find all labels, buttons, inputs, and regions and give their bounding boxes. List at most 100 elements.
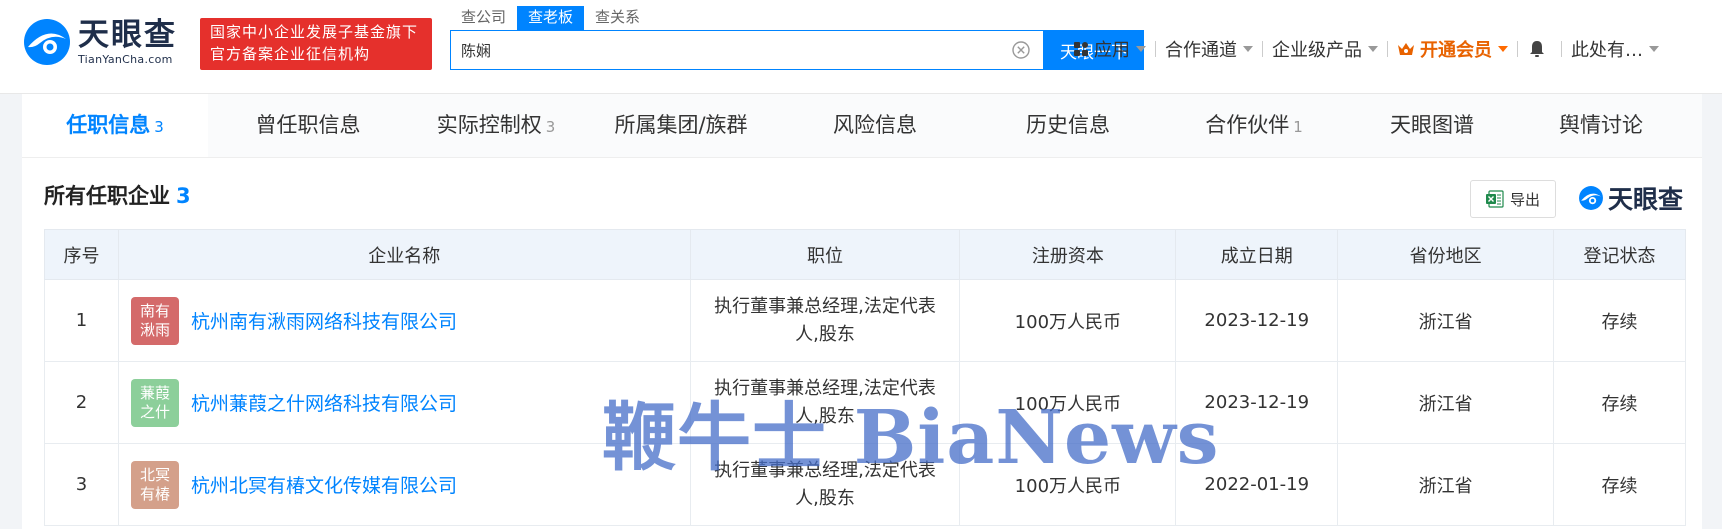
- chevron-down-icon: [1243, 46, 1253, 52]
- position-cell: 执行董事兼总经理,法定代表人,股东: [689, 361, 961, 444]
- excel-icon: [1485, 190, 1504, 208]
- tab-graph[interactable]: 天眼图谱: [1344, 94, 1520, 157]
- crown-icon: [1398, 43, 1414, 55]
- search-box: [450, 30, 1044, 70]
- company-logo: 蒹葭 之什: [130, 378, 179, 427]
- region-cell: 浙江省: [1337, 361, 1555, 444]
- position-cell: 执行董事兼总经理,法定代表人,股东: [689, 443, 961, 526]
- nav-user[interactable]: 此处有…: [1562, 36, 1668, 62]
- nav-enterprise-label: 企业级产品: [1272, 40, 1362, 61]
- tab-partners[interactable]: 合作伙伴 1: [1164, 94, 1344, 157]
- company-name-link[interactable]: 杭州南有湫雨网络科技有限公司: [191, 307, 457, 334]
- nav-apps[interactable]: 应用: [1064, 36, 1155, 62]
- column-header: 登记状态: [1553, 229, 1686, 280]
- region-cell: 浙江省: [1337, 443, 1555, 526]
- column-header: 成立日期: [1175, 229, 1339, 280]
- capital-cell: 100万人民币: [959, 279, 1177, 362]
- tab-discussion[interactable]: 舆情讨论: [1520, 94, 1682, 157]
- row-number: 1: [44, 279, 119, 362]
- column-header: 企业名称: [117, 229, 691, 280]
- bell-icon: [1530, 41, 1544, 57]
- tab-label: 曾任职信息: [255, 113, 361, 137]
- tab-group[interactable]: 所属集团/族群: [584, 94, 778, 157]
- column-header: 职位: [689, 229, 961, 280]
- tab-search-relation[interactable]: 查关系: [584, 6, 651, 30]
- date-cell: 2023-12-19: [1175, 361, 1339, 444]
- chevron-down-icon: [1368, 46, 1378, 52]
- nav-partner[interactable]: 合作通道: [1156, 36, 1262, 62]
- nav-vip-label: 开通会员: [1420, 40, 1492, 61]
- company-logo: 北冥 有椿: [130, 460, 179, 509]
- status-cell: 存续: [1553, 361, 1686, 444]
- tab-history[interactable]: 历史信息: [972, 94, 1164, 157]
- nav-apps-label: 应用: [1094, 40, 1130, 61]
- tab-label: 风险信息: [833, 113, 917, 137]
- brand-watermark-logo: 天眼查: [1578, 180, 1683, 216]
- row-number: 2: [44, 361, 119, 444]
- eye-logo-icon: [1579, 186, 1603, 210]
- column-header: 注册资本: [959, 229, 1177, 280]
- clear-icon[interactable]: [1011, 40, 1031, 60]
- tab-search-boss[interactable]: 查老板: [517, 6, 585, 30]
- tab-label: 天眼图谱: [1390, 113, 1474, 137]
- column-header: 省份地区: [1337, 229, 1555, 280]
- row-number: 3: [44, 443, 119, 526]
- grid-icon: [1074, 42, 1088, 56]
- official-badge: 国家中小企业发展子基金旗下 官方备案企业征信机构: [200, 18, 432, 70]
- chevron-down-icon: [1136, 46, 1146, 52]
- section-count: 3: [176, 184, 191, 208]
- nav-vip[interactable]: 开通会员: [1388, 36, 1517, 62]
- status-cell: 存续: [1553, 443, 1686, 526]
- date-cell: 2022-01-19: [1175, 443, 1339, 526]
- search-type-tabs: 查公司 查老板 查关系: [450, 6, 651, 30]
- tab-label: 实际控制权: [436, 113, 542, 137]
- badge-line1: 国家中小企业发展子基金旗下: [210, 23, 419, 41]
- nav-notifications[interactable]: [1518, 39, 1561, 59]
- content-tabs: 任职信息 3 曾任职信息 实际控制权 3 所属集团/族群 风险信息 历史信息 合作伙…: [22, 94, 1702, 158]
- logo-line: 北冥: [139, 465, 170, 484]
- top-header: 天眼查 TianYanCha.com 国家中小企业发展子基金旗下 官方备案企业征…: [0, 0, 1722, 94]
- nav-user-label: 此处有…: [1571, 40, 1643, 61]
- table-row: 2 蒹葭 之什 杭州蒹葭之什网络科技有限公司 执行董事兼总经理,法定代表人,股东…: [44, 361, 1686, 444]
- export-button[interactable]: 导出: [1470, 180, 1556, 218]
- status-cell: 存续: [1553, 279, 1686, 362]
- table-row: 1 南有 湫雨 杭州南有湫雨网络科技有限公司 执行董事兼总经理,法定代表人,股东…: [44, 279, 1686, 362]
- company-name-link[interactable]: 杭州北冥有椿文化传媒有限公司: [191, 471, 457, 498]
- company-logo: 南有 湫雨: [130, 296, 179, 345]
- logo-english: TianYanCha.com: [78, 53, 173, 66]
- logo-chinese: 天眼查: [78, 17, 177, 53]
- section-title-text: 所有任职企业: [44, 184, 170, 208]
- logo-line: 南有: [139, 301, 170, 320]
- tab-label: 任职信息: [66, 113, 151, 137]
- export-label: 导出: [1509, 190, 1540, 209]
- company-cell: 南有 湫雨 杭州南有湫雨网络科技有限公司: [117, 279, 691, 362]
- chevron-down-icon: [1498, 46, 1508, 52]
- tab-risk[interactable]: 风险信息: [778, 94, 972, 157]
- company-name-link[interactable]: 杭州蒹葭之什网络科技有限公司: [191, 389, 457, 416]
- section-title: 所有任职企业 3: [44, 180, 191, 210]
- date-cell: 2023-12-19: [1175, 279, 1339, 362]
- table-header-row: 序号 企业名称 职位 注册资本 成立日期 省份地区 登记状态: [44, 229, 1686, 280]
- chevron-down-icon: [1649, 46, 1659, 52]
- tab-past-positions[interactable]: 曾任职信息: [208, 94, 408, 157]
- nav-enterprise[interactable]: 企业级产品: [1263, 36, 1387, 62]
- table-row: 3 北冥 有椿 杭州北冥有椿文化传媒有限公司 执行董事兼总经理,法定代表人,股东…: [44, 443, 1686, 526]
- company-cell: 蒹葭 之什 杭州蒹葭之什网络科技有限公司: [117, 361, 691, 444]
- tab-search-company[interactable]: 查公司: [450, 6, 517, 30]
- company-cell: 北冥 有椿 杭州北冥有椿文化传媒有限公司: [117, 443, 691, 526]
- logo-line: 有椿: [139, 484, 170, 503]
- logo-line: 蒹葭: [139, 383, 170, 402]
- region-cell: 浙江省: [1337, 279, 1555, 362]
- search-input[interactable]: [451, 31, 1011, 69]
- tab-label: 所属集团/族群: [614, 113, 748, 137]
- eye-logo-icon: [24, 19, 70, 65]
- logo-line: 之什: [139, 402, 170, 421]
- tab-actual-control[interactable]: 实际控制权 3: [408, 94, 584, 157]
- tab-label: 舆情讨论: [1559, 113, 1643, 137]
- top-nav: 应用 合作通道 企业级产品 开通会员 此处有…: [1064, 34, 1668, 64]
- tab-current-positions[interactable]: 任职信息 3: [22, 94, 208, 157]
- tab-label: 合作伙伴: [1205, 113, 1290, 137]
- logo-line: 湫雨: [139, 320, 170, 339]
- site-logo[interactable]: 天眼查 TianYanCha.com: [22, 17, 190, 73]
- brand-text: 天眼查: [1608, 185, 1684, 214]
